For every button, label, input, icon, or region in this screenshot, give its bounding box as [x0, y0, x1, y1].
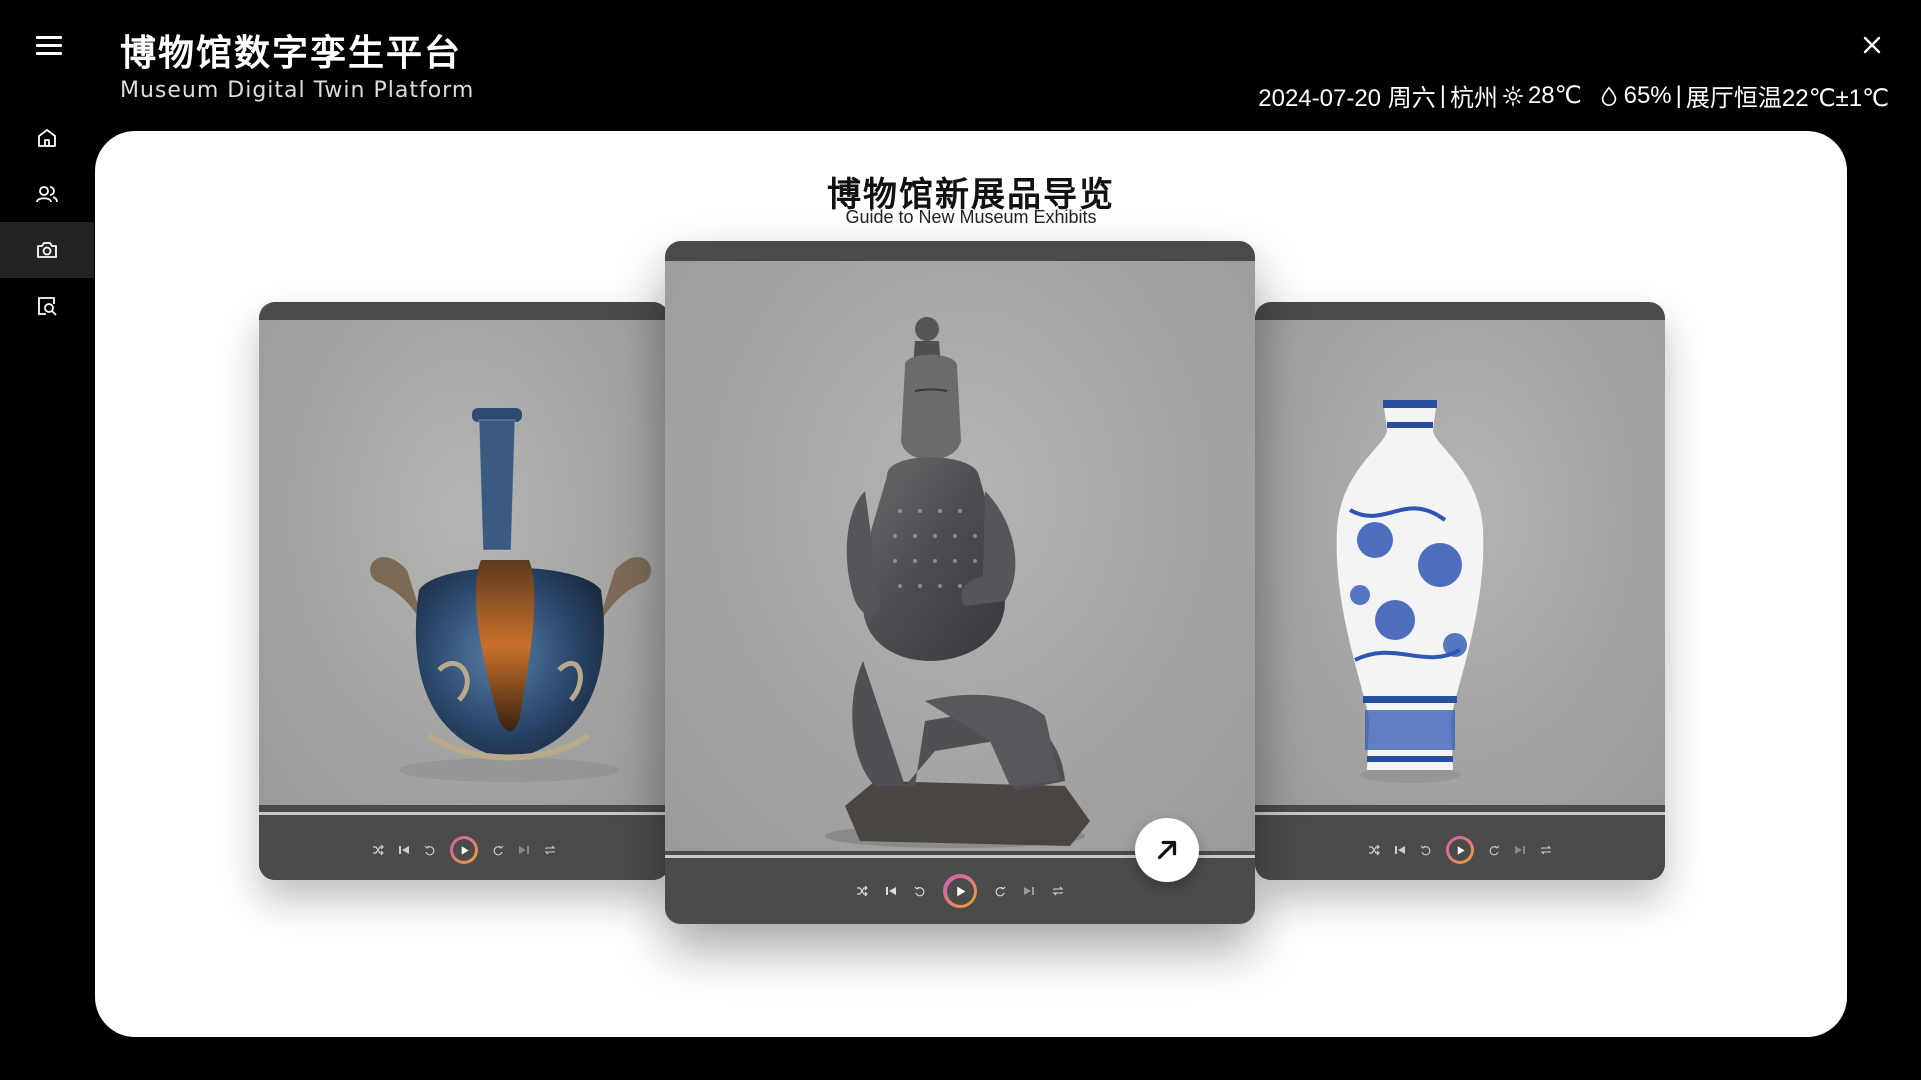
- hall-temperature-text: 展厅恒温22℃±1℃: [1685, 85, 1889, 112]
- exhibit-stage: [259, 320, 669, 805]
- close-icon[interactable]: [1861, 34, 1883, 56]
- play-button[interactable]: [450, 836, 478, 864]
- search-document-icon: [38, 297, 57, 316]
- play-icon: [461, 845, 469, 855]
- fast-forward-icon[interactable]: [1488, 844, 1500, 856]
- fast-forward-icon[interactable]: [492, 844, 504, 856]
- previous-icon[interactable]: [398, 844, 410, 856]
- rewind-icon[interactable]: [1420, 844, 1432, 856]
- shuffle-icon[interactable]: [856, 885, 868, 897]
- exhibit-panel: 博物馆新展品导览 Guide to New Museum Exhibits: [95, 131, 1847, 1037]
- humidity-text: 65%: [1623, 81, 1672, 109]
- exhibit-card-center[interactable]: [665, 241, 1255, 924]
- exhibit-stage: [665, 261, 1255, 851]
- sidebar-item-home[interactable]: [0, 110, 94, 166]
- playback-controls: [259, 820, 669, 880]
- blue-glazed-ewer-image: [370, 408, 652, 782]
- progress-bar[interactable]: [1255, 812, 1665, 815]
- temperature-text: 28℃: [1527, 82, 1582, 109]
- repeat-icon[interactable]: [1052, 885, 1064, 897]
- shuffle-icon[interactable]: [1368, 844, 1380, 856]
- play-button[interactable]: [943, 874, 977, 908]
- next-icon[interactable]: [518, 844, 530, 856]
- menu-icon[interactable]: [36, 36, 62, 58]
- arrow-up-right-icon: [1157, 840, 1177, 860]
- repeat-icon[interactable]: [544, 844, 556, 856]
- playback-controls: [1255, 820, 1665, 880]
- rewind-icon[interactable]: [914, 885, 926, 897]
- status-bar: 2024-07-20 周六 | 杭州 28℃ 65% | 展厅恒温22℃±1℃: [1258, 78, 1889, 113]
- play-button[interactable]: [1446, 836, 1474, 864]
- play-icon: [1457, 845, 1465, 855]
- app-subtitle: Museum Digital Twin Platform: [120, 78, 475, 103]
- sidebar-item-search[interactable]: [0, 278, 94, 334]
- shuffle-icon[interactable]: [372, 844, 384, 856]
- date-text: 2024-07-20 周六: [1258, 85, 1436, 112]
- separator: |: [1439, 81, 1446, 109]
- play-icon: [956, 886, 965, 896]
- home-icon: [38, 129, 56, 147]
- open-exhibit-button[interactable]: [1135, 818, 1199, 882]
- sidebar-item-camera[interactable]: [0, 222, 94, 278]
- app-title: 博物馆数字孪生平台: [120, 32, 463, 73]
- progress-bar[interactable]: [259, 812, 669, 815]
- next-icon[interactable]: [1023, 885, 1035, 897]
- previous-icon[interactable]: [1394, 844, 1406, 856]
- panel-subtitle: Guide to New Museum Exhibits: [845, 207, 1097, 227]
- exhibit-stage: [1255, 320, 1665, 805]
- exhibit-card-right[interactable]: [1255, 302, 1665, 880]
- next-icon[interactable]: [1514, 844, 1526, 856]
- sun-icon: [1502, 85, 1523, 106]
- sidebar-item-users[interactable]: [0, 166, 94, 222]
- separator: |: [1675, 81, 1682, 109]
- city-text: 杭州: [1449, 85, 1498, 112]
- repeat-icon[interactable]: [1540, 844, 1552, 856]
- rewind-icon[interactable]: [424, 844, 436, 856]
- camera-icon: [37, 242, 57, 258]
- terracotta-warrior-image: [825, 317, 1090, 848]
- exhibit-card-left[interactable]: [259, 302, 669, 880]
- blue-white-porcelain-vase-image: [1336, 400, 1484, 783]
- sidebar: [0, 0, 94, 1080]
- users-icon: [36, 186, 58, 203]
- previous-icon[interactable]: [885, 885, 897, 897]
- humidity-icon: [1601, 85, 1616, 106]
- fast-forward-icon[interactable]: [994, 885, 1006, 897]
